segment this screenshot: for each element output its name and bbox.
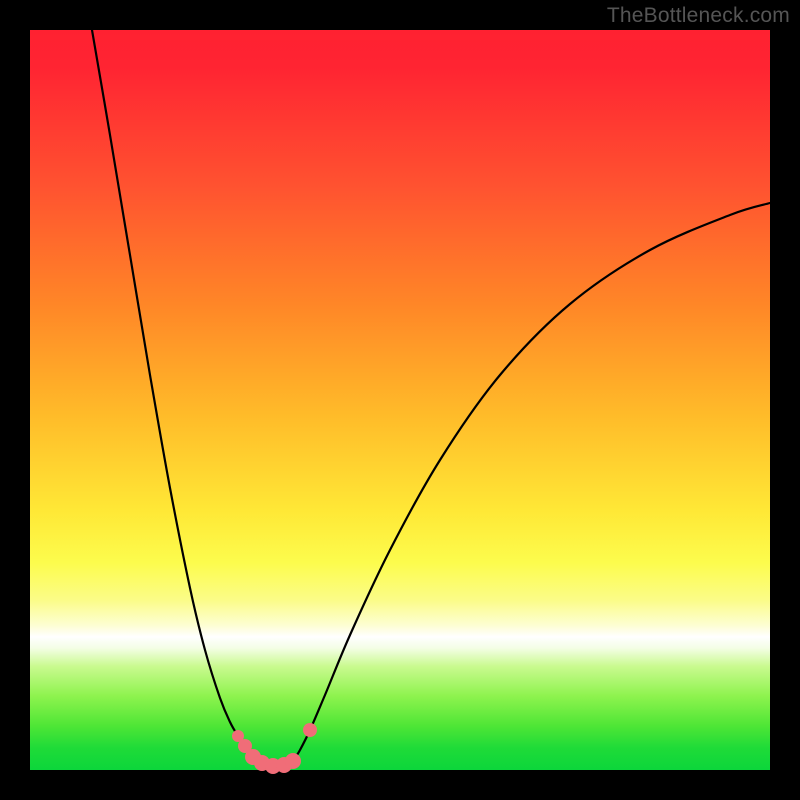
valley-markers [232, 723, 317, 774]
valley-marker [285, 753, 301, 769]
chart-frame: TheBottleneck.com [0, 0, 800, 800]
chart-svg [30, 30, 770, 770]
attribution-watermark: TheBottleneck.com [607, 4, 790, 28]
bottleneck-curve-path [92, 30, 770, 766]
valley-marker [303, 723, 317, 737]
bottleneck-curve [92, 30, 770, 766]
